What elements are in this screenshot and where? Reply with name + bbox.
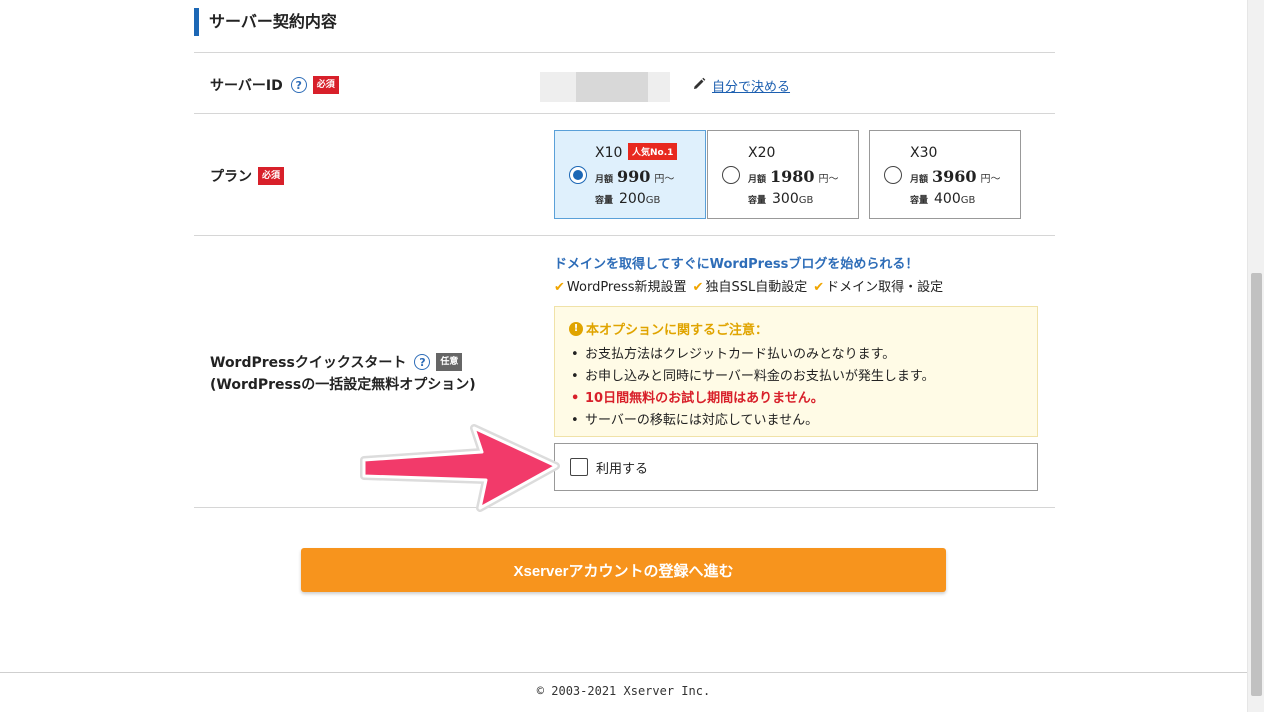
plan-capacity: 容量 200GB	[595, 191, 661, 207]
plan-name: X10	[595, 145, 623, 161]
popular-badge: 人気No.1	[628, 143, 678, 160]
divider	[194, 507, 1055, 508]
plan-price: 月額 1980 円〜	[748, 167, 839, 186]
server-id-label-group: サーバーID ? 必須	[210, 75, 339, 95]
plan-price: 月額 990 円〜	[595, 167, 675, 186]
required-tag: 必須	[258, 167, 285, 185]
use-option-box[interactable]: 利用する	[554, 443, 1038, 491]
required-tag: 必須	[312, 76, 339, 94]
page: サーバー契約内容 サーバーID ? 必須 自分で決める プラン 必須 X10 人…	[0, 0, 1264, 712]
help-icon[interactable]: ?	[414, 354, 431, 370]
use-label[interactable]: 利用する	[596, 458, 648, 477]
self-decide-link[interactable]: 自分で決める	[692, 76, 790, 95]
section-title: サーバー契約内容	[194, 8, 337, 36]
divider	[194, 235, 1055, 236]
help-icon[interactable]: ?	[290, 77, 307, 93]
notice-item-warning: 10日間無料のお試し期間はありません。	[569, 388, 1023, 410]
notice-item: お支払方法はクレジットカード払いのみとなります。	[569, 344, 1023, 366]
notice-title: ! 本オプションに関するご注意：	[569, 319, 1023, 338]
check-icon: ✔	[692, 280, 704, 295]
wp-sublabel: (WordPressの一括設定無料オプション)	[210, 377, 476, 393]
footer-copyright: © 2003-2021 Xserver Inc.	[536, 684, 711, 698]
wp-headline: ドメインを取得してすぐにWordPressブログを始められる！	[554, 257, 919, 272]
plan-label-group: プラン 必須	[210, 166, 285, 186]
divider	[194, 113, 1055, 114]
server-id-value	[540, 72, 670, 102]
scrollbar-thumb[interactable]	[1251, 273, 1262, 696]
plan-capacity: 容量 300GB	[748, 191, 814, 207]
plan-option-x20[interactable]: X20 月額 1980 円〜 容量 300GB	[707, 130, 859, 219]
use-checkbox[interactable]	[570, 458, 588, 476]
wp-label-group: WordPressクイックスタート ? 任意	[210, 352, 463, 372]
wp-features: ✔ WordPress新規設置 ✔ 独自SSL自動設定 ✔ ドメイン取得・設定	[554, 276, 943, 295]
feature-item: ✔ 独自SSL自動設定	[692, 280, 808, 295]
notice-item: お申し込みと同時にサーバー料金のお支払いが発生します。	[569, 366, 1023, 388]
plan-radio-x10[interactable]	[569, 166, 587, 184]
check-icon: ✔	[813, 280, 825, 295]
check-icon: ✔	[554, 280, 565, 295]
plan-radio-x30[interactable]	[884, 166, 902, 184]
server-id-label: サーバーID	[210, 78, 283, 94]
plan-price: 月額 3960 円〜	[910, 167, 1001, 186]
notice-list: お支払方法はクレジットカード払いのみとなります。 お申し込みと同時にサーバー料金…	[569, 344, 1023, 432]
footer-divider	[0, 672, 1247, 673]
plan-option-x10[interactable]: X10 人気No.1 月額 990 円〜 容量 200GB	[554, 130, 706, 219]
feature-item: ✔ WordPress新規設置	[554, 280, 687, 295]
exclamation-icon: !	[569, 321, 583, 336]
plan-capacity: 容量 400GB	[910, 191, 976, 207]
divider	[194, 52, 1055, 53]
notice-item: サーバーの移転には対応していません。	[569, 410, 1023, 432]
feature-item: ✔ ドメイン取得・設定	[813, 280, 944, 295]
plan-label: プラン	[210, 169, 252, 185]
self-decide-label[interactable]: 自分で決める	[712, 76, 790, 95]
plan-option-x30[interactable]: X30 月額 3960 円〜 容量 400GB	[869, 130, 1021, 219]
pencil-icon	[692, 77, 706, 95]
option-notice: ! 本オプションに関するご注意： お支払方法はクレジットカード払いのみとなります…	[554, 306, 1038, 437]
plan-name: X30	[910, 145, 938, 161]
plan-radio-x20[interactable]	[722, 166, 740, 184]
scrollbar[interactable]	[1247, 0, 1264, 712]
plan-name: X20	[748, 145, 776, 161]
pointer-arrow-icon	[352, 418, 562, 518]
submit-button[interactable]: Xserverアカウントの登録へ進む	[301, 548, 946, 592]
optional-tag: 任意	[436, 353, 463, 371]
wp-quickstart-label: WordPressクイックスタート	[210, 355, 407, 371]
